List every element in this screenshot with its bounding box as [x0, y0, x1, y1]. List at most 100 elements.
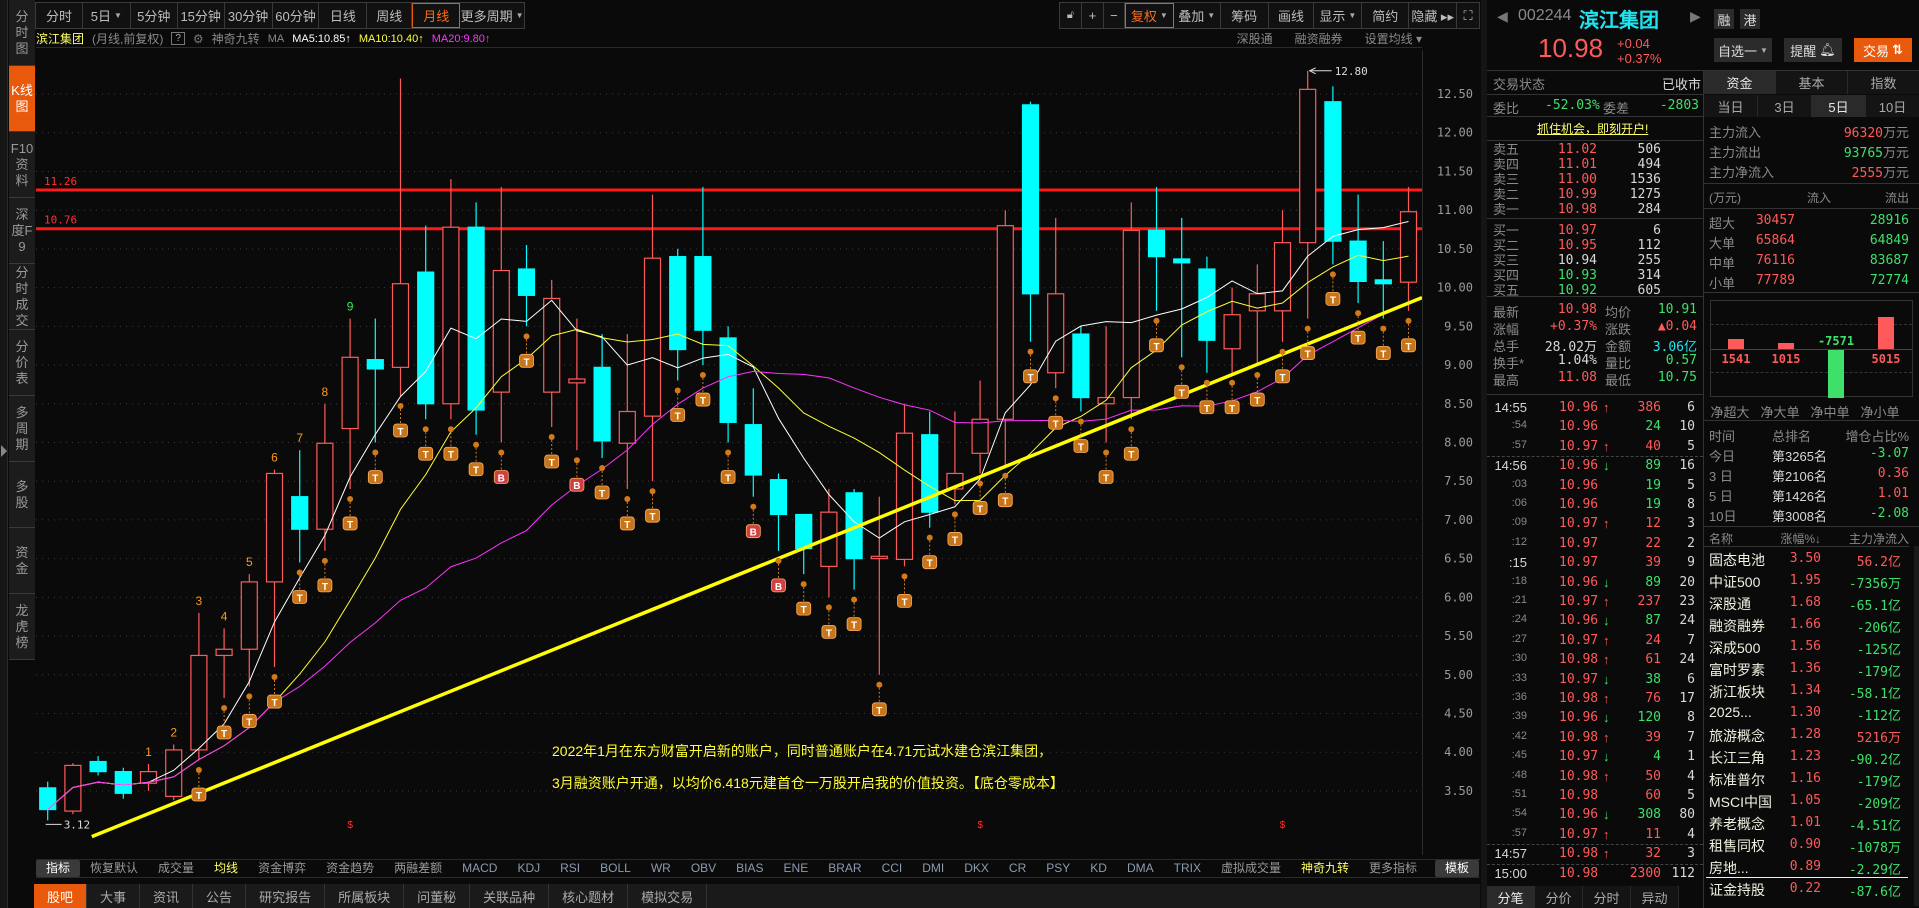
buy-marker-label: B: [498, 473, 505, 484]
indicator-tab-27[interactable]: 模板: [1435, 860, 1480, 877]
indicator-tab-24[interactable]: 虚拟成交量: [1211, 860, 1291, 877]
bottom-tab-1[interactable]: 大事: [87, 884, 141, 908]
t-marker-label: T: [826, 628, 832, 639]
t-marker-label: T: [952, 535, 958, 546]
alert-label: 提醒: [1790, 43, 1817, 59]
indicator-tab-14[interactable]: ENE: [774, 860, 819, 877]
bottom-tab-7[interactable]: 关联品种: [470, 884, 550, 908]
prev-stock-icon[interactable]: ◀: [1497, 8, 1508, 25]
scrollbar[interactable]: [1914, 546, 1919, 906]
indicator-tab-3[interactable]: 均线: [204, 860, 248, 877]
indicator-tab-5[interactable]: 资金趋势: [316, 860, 384, 877]
indicator-tab-8[interactable]: KDJ: [507, 860, 550, 877]
period-tab-1[interactable]: 3日: [1758, 95, 1812, 117]
period-tab-3[interactable]: 10日: [1866, 95, 1919, 117]
indicator-tab-17[interactable]: DMI: [912, 860, 954, 877]
indicator-tab-20[interactable]: PSY: [1036, 860, 1080, 877]
bottom-tab-3[interactable]: 公告: [193, 884, 247, 908]
next-stock-icon[interactable]: ▶: [1690, 8, 1701, 25]
trade-button[interactable]: 交易 ⇅: [1854, 38, 1912, 62]
indicator-tab-4[interactable]: 资金博弈: [248, 860, 316, 877]
tick-count: 80: [1679, 807, 1695, 823]
indicator-tab-12[interactable]: OBV: [681, 860, 726, 877]
tick-tab-2[interactable]: 分时: [1583, 886, 1631, 908]
sector-flow: -179亿: [1856, 775, 1901, 790]
chart-header-link-1[interactable]: 融资融券: [1295, 30, 1343, 47]
indicator-tab-2[interactable]: 成交量: [148, 860, 204, 877]
period-tab-2[interactable]: 5日: [1812, 95, 1866, 117]
sector-row[interactable]: 富时罗素 1.36 -179亿: [1704, 659, 1909, 680]
tick-price: 10.98: [1559, 729, 1599, 745]
tick-tab-1[interactable]: 分价: [1535, 886, 1583, 908]
bottom-tab-8[interactable]: 核心题材: [549, 884, 629, 908]
bottom-tab-0[interactable]: 股吧: [34, 884, 88, 908]
sector-row[interactable]: 2025... 1.30 -112亿: [1704, 703, 1909, 724]
indicator-tab-9[interactable]: RSI: [550, 860, 590, 877]
sector-row[interactable]: 证金持股 0.22 -87.6亿: [1704, 879, 1909, 900]
gear-icon[interactable]: ⚙: [193, 32, 204, 46]
price-change: +0.04: [1617, 36, 1650, 51]
indicator-tab-13[interactable]: BIAS: [726, 860, 773, 877]
sector-row[interactable]: 养老概念 1.01 -4.51亿: [1704, 813, 1909, 834]
sector-row[interactable]: 长江三角 1.23 -90.2亿: [1704, 747, 1909, 768]
sector-row[interactable]: 融资融券 1.66 -206亿: [1704, 615, 1909, 636]
fund-tab-0[interactable]: 资金: [1704, 71, 1776, 94]
bottom-tab-9[interactable]: 模拟交易: [628, 884, 708, 908]
sector-row[interactable]: 标准普尔 1.16 -179亿: [1704, 769, 1909, 790]
bottom-tab-6[interactable]: 问董秘: [404, 884, 471, 908]
bottom-tab-2[interactable]: 资讯: [140, 884, 194, 908]
sector-row[interactable]: 租售同权 0.90 -1078万: [1704, 835, 1909, 856]
sector-change: 3.50: [1789, 551, 1821, 566]
y-tick-label: 10.00: [1437, 281, 1473, 295]
sector-row[interactable]: MSCI中国 1.05 -209亿: [1704, 791, 1909, 812]
tick-time: :03: [1511, 477, 1527, 490]
indicator-tab-21[interactable]: KD: [1080, 860, 1117, 877]
sector-row[interactable]: 房地... 0.89 -2.29亿: [1704, 857, 1909, 878]
fund-tab-1[interactable]: 基本: [1776, 71, 1848, 94]
arrow-up-icon: ↑: [1603, 826, 1610, 842]
indicator-tab-6[interactable]: 两融差额: [384, 860, 452, 877]
indicator-tab-0[interactable]: 指标: [36, 860, 81, 877]
indicator-tab-19[interactable]: CR: [999, 860, 1036, 877]
sector-row[interactable]: 浙江板块 1.34 -58.1亿: [1704, 681, 1909, 702]
tick-volume: 40: [1645, 438, 1661, 454]
indicator-tab-23[interactable]: TRIX: [1164, 860, 1211, 877]
indicator-tab-18[interactable]: DKX: [954, 860, 999, 877]
indicator-tab-22[interactable]: DMA: [1117, 860, 1164, 877]
bottom-tab-5[interactable]: 所属板块: [325, 884, 405, 908]
swap-arrows-icon: ⇅: [1892, 42, 1903, 57]
tick-time: :30: [1511, 652, 1527, 665]
book-level-volume: 112: [1637, 238, 1661, 253]
marker-dot: [1128, 426, 1135, 433]
bottom-tab-4[interactable]: 研究报告: [246, 884, 326, 908]
indicator-tab-10[interactable]: BOLL: [590, 860, 641, 877]
watchlist-button[interactable]: 自选一 ▼: [1714, 38, 1772, 62]
indicator-tab-15[interactable]: BRAR: [818, 860, 871, 877]
arrow-up-icon: ↑: [1603, 846, 1610, 862]
sector-row[interactable]: 旅游概念 1.28 5216万: [1704, 725, 1909, 746]
tick-volume: 120: [1637, 710, 1661, 726]
tick-tab-3[interactable]: 异动: [1631, 886, 1679, 908]
help-icon[interactable]: ?: [171, 32, 185, 45]
indicator-name[interactable]: 神奇九转: [212, 30, 260, 47]
sector-row[interactable]: 固态电池 3.50 56.2亿: [1704, 549, 1909, 570]
chart-header-link-0[interactable]: 深股通: [1237, 30, 1273, 47]
fund-row-label: 超大: [1709, 216, 1736, 231]
fund-tab-2[interactable]: 指数: [1848, 71, 1919, 94]
indicator-tab-11[interactable]: WR: [641, 860, 681, 877]
indicator-tab-1[interactable]: 恢复默认: [80, 860, 148, 877]
kline-chart[interactable]: 12.50 12.00 11.50 11.00 10.50 10.00 9.50 9.00 8.…: [0, 0, 1480, 858]
indicator-tab-7[interactable]: MACD: [452, 860, 507, 877]
alert-button[interactable]: 提醒 🔔︎: [1784, 38, 1842, 62]
indicator-tab-25[interactable]: 神奇九转: [1291, 860, 1359, 877]
chart-header-link-2[interactable]: 设置均线 ▾: [1365, 30, 1422, 47]
sector-row[interactable]: 中证500 1.95 -7356万: [1704, 571, 1909, 592]
sector-change: 1.34: [1789, 683, 1821, 698]
sector-row[interactable]: 深股通 1.68 -65.1亿: [1704, 593, 1909, 614]
period-tab-0[interactable]: 当日: [1704, 95, 1758, 117]
indicator-tab-16[interactable]: CCI: [872, 860, 913, 877]
tick-tab-0[interactable]: 分笔: [1487, 886, 1535, 908]
open-account-link[interactable]: 抓住机会，即刻开户!: [1537, 120, 1648, 137]
indicator-tab-26[interactable]: 更多指标: [1359, 860, 1427, 877]
sector-row[interactable]: 深成500 1.56 -125亿: [1704, 637, 1909, 658]
